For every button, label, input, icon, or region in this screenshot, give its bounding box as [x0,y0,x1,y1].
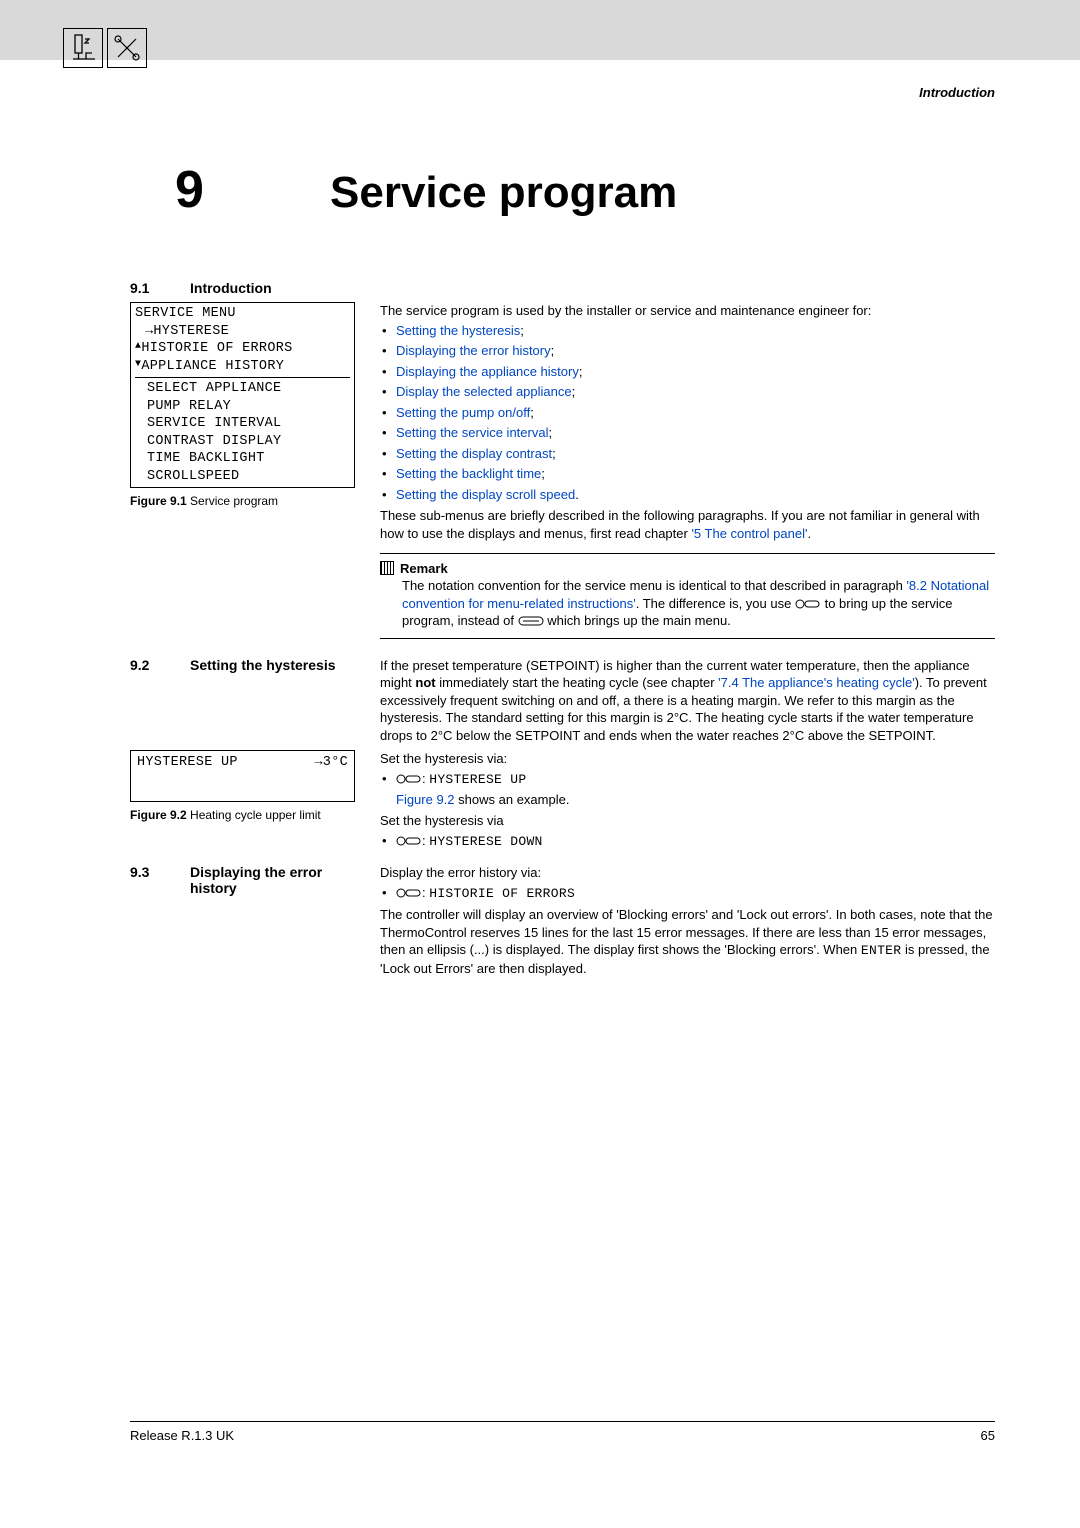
lcd-service-menu: SERVICE MENU →HYSTERESE ▲ HISTORIE OF ER… [130,302,355,488]
tools-icon [112,33,142,63]
release-label: Release R.1.3 UK [130,1428,234,1443]
link-display-contrast[interactable]: Setting the display contrast [396,446,552,461]
link-7-4[interactable]: '7.4 The appliance's heating cycle' [718,675,915,690]
set-hysteresis-via-2: Set the hysteresis via [380,812,995,830]
page-number: 65 [981,1428,995,1443]
link-scroll-speed[interactable]: Setting the display scroll speed [396,487,575,502]
figure-9-1-caption: Figure 9.1 Service program [130,494,355,508]
intro-paragraph-2: These sub-menus are briefly described in… [380,507,995,542]
link-appliance-history[interactable]: Displaying the appliance history [396,364,579,379]
logo-icon-boiler [63,28,103,68]
chapter-title: Service program [330,168,677,218]
link-backlight-time[interactable]: Setting the backlight time [396,466,541,481]
display-error-history-via: Display the error history via: [380,864,995,882]
remark-box: Remark The notation convention for the s… [380,553,995,639]
figure-9-2-caption: Figure 9.2 Heating cycle upper limit [130,808,355,822]
link-fig-9-2[interactable]: Figure 9.2 [396,792,455,807]
link-pump[interactable]: Setting the pump on/off [396,405,530,420]
p-9-3-body: The controller will display an overview … [380,906,995,977]
logo-group [63,28,147,68]
service-key-icon [795,597,821,611]
link-chapter-5[interactable]: '5 The control panel' [691,526,807,541]
top-grey-bar [0,0,1080,60]
intro-bullet-list: Setting the hysteresis; Displaying the e… [380,322,995,504]
p-9-2: If the preset temperature (SETPOINT) is … [380,657,995,745]
section-9-1-heading: 9.1 Introduction [130,280,995,296]
link-error-history[interactable]: Displaying the error history [396,343,551,358]
set-hysteresis-via-1: Set the hysteresis via: [380,750,995,768]
service-key-icon [396,834,422,848]
page-footer: Release R.1.3 UK 65 [130,1421,995,1443]
chapter-heading: 9 Service program [130,160,995,220]
menu-key-icon [518,614,544,628]
link-service-interval[interactable]: Setting the service interval [396,425,548,440]
running-header: Introduction [919,85,995,100]
remark-icon [380,561,394,575]
boiler-icon [68,33,98,63]
service-key-icon [396,886,422,900]
chapter-number: 9 [130,160,330,220]
link-hysteresis[interactable]: Setting the hysteresis [396,323,520,338]
lcd-hysterese-up: HYSTERESE UP →3°C [130,750,355,802]
service-key-icon [396,772,422,786]
logo-icon-tools [107,28,147,68]
link-selected-appliance[interactable]: Display the selected appliance [396,384,572,399]
intro-paragraph-1: The service program is used by the insta… [380,302,995,320]
